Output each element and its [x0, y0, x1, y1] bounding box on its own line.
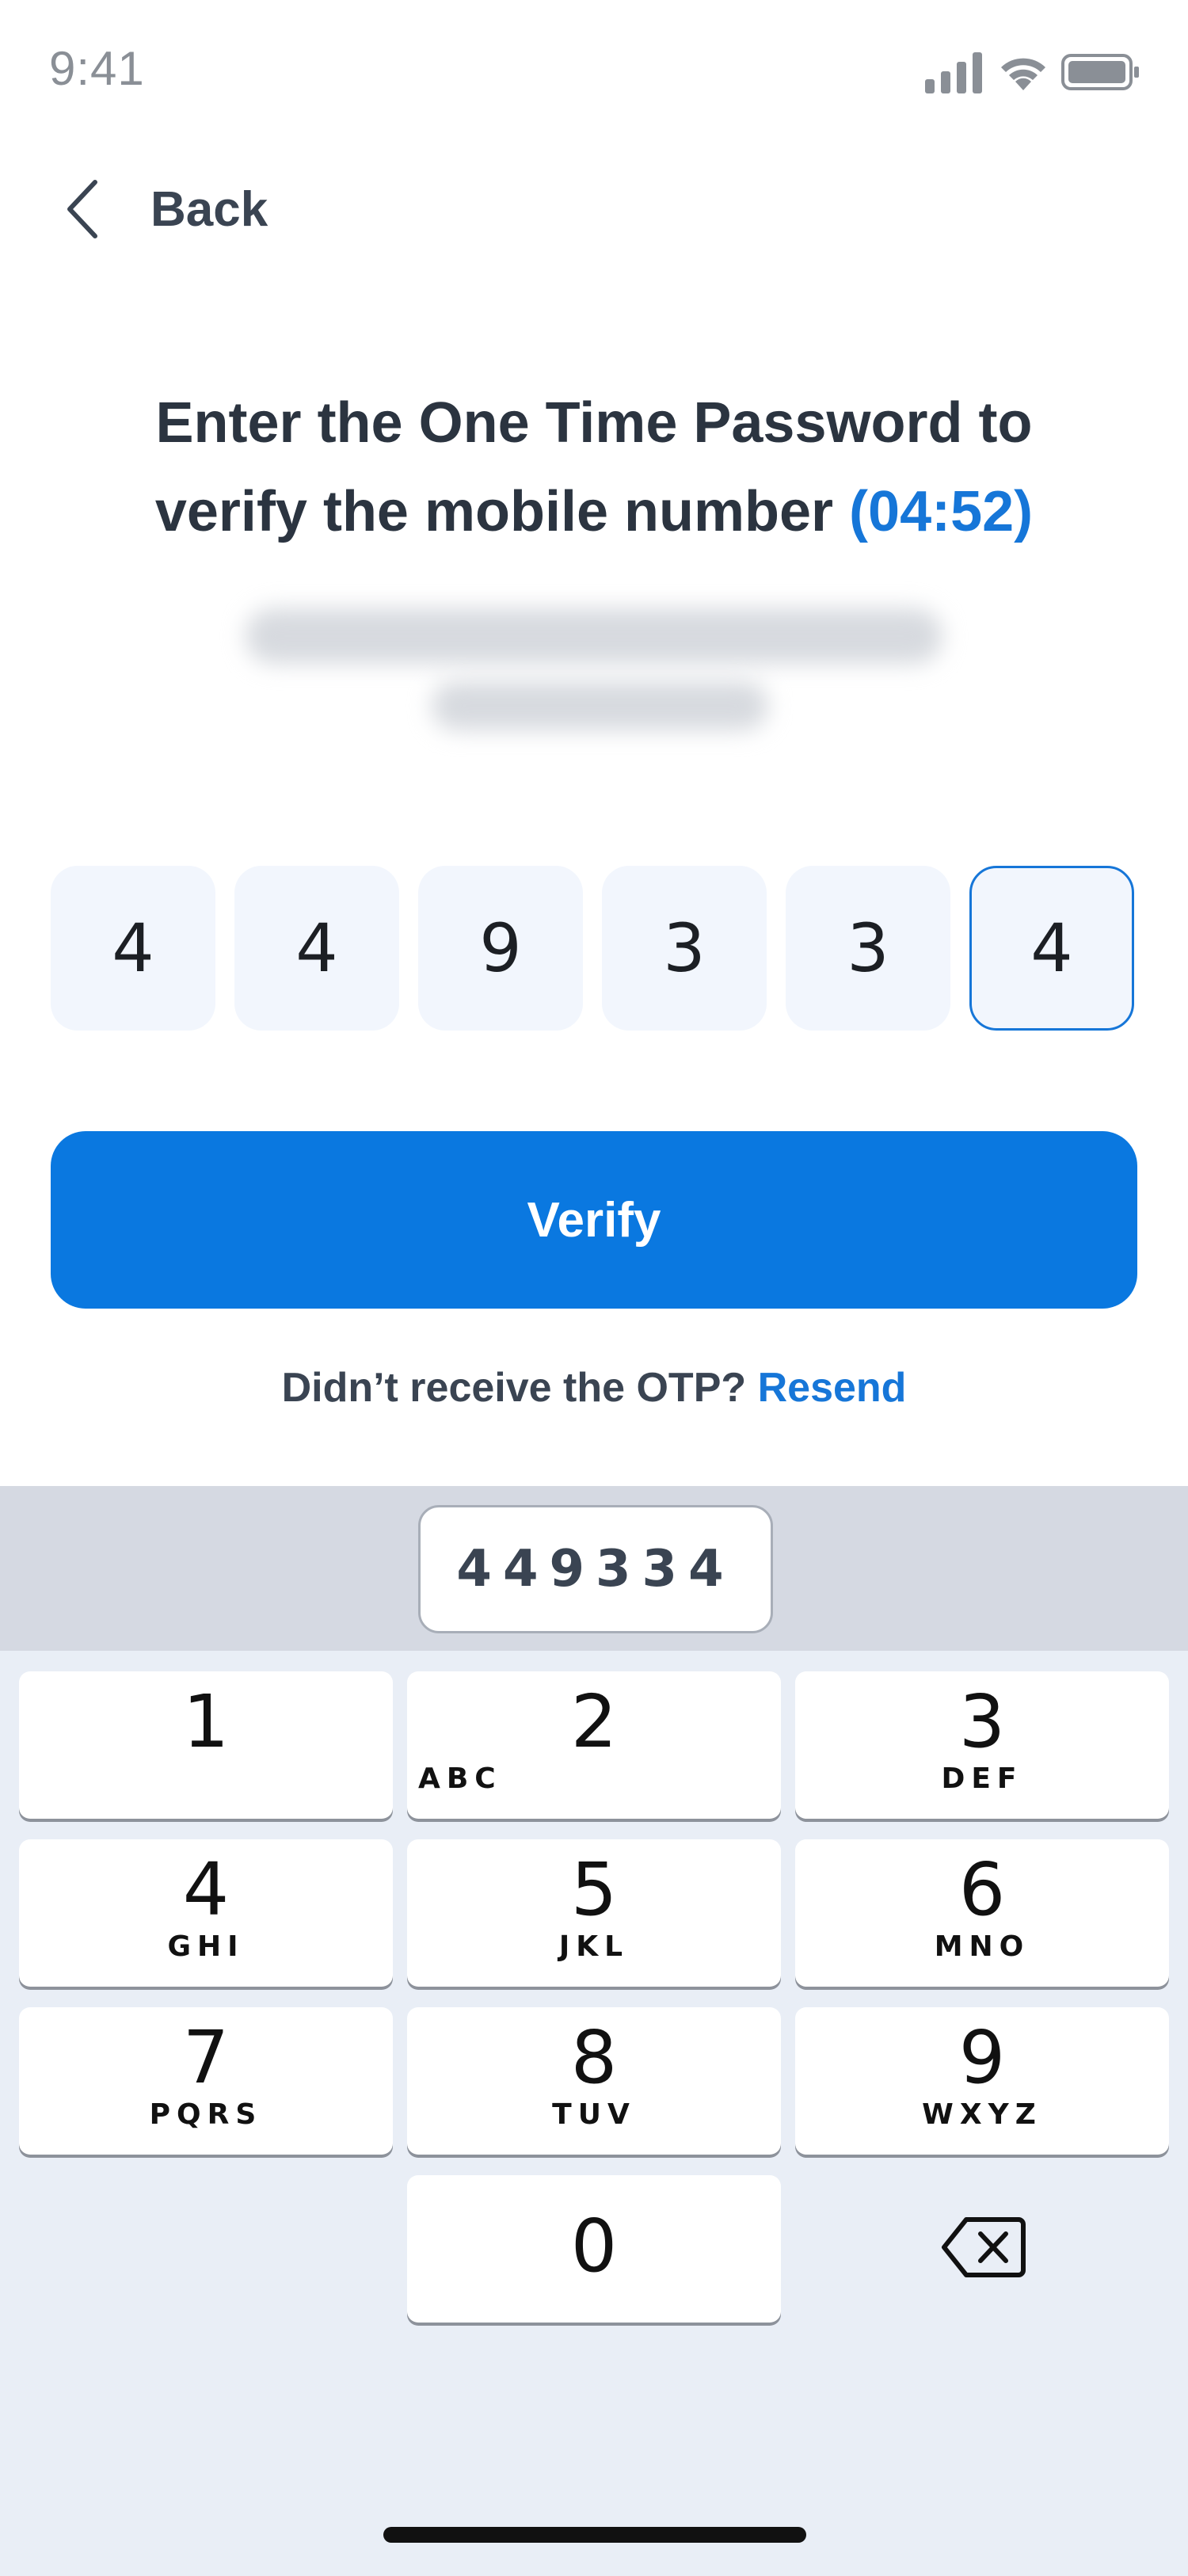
key-7-letters: PQRS	[149, 2098, 263, 2131]
otp-verification-screen: 9:41 Back Enter the One Time Password to…	[0, 0, 1188, 2576]
otp-digit-1[interactable]: 4	[51, 866, 215, 1031]
title-line-1: Enter the One Time Password to	[155, 391, 1033, 455]
key-2-digit: 2	[570, 1679, 618, 1764]
battery-icon	[1061, 54, 1139, 90]
back-button[interactable]: Back	[63, 170, 301, 249]
key-5[interactable]: 5 JKL	[407, 1839, 781, 1987]
resend-row: Didn’t receive the OTP? Resend	[0, 1364, 1188, 1412]
countdown-timer: (04:52)	[849, 480, 1034, 543]
backspace-icon[interactable]	[941, 2215, 1026, 2280]
key-4-digit: 4	[182, 1847, 230, 1932]
key-6-digit: 6	[958, 1847, 1006, 1932]
key-4[interactable]: 4 GHI	[19, 1839, 393, 1987]
key-9[interactable]: 9 WXYZ	[795, 2007, 1169, 2155]
title-line-2-text: verify the mobile number	[154, 480, 834, 543]
keyboard-suggestion-bar: 449334	[0, 1486, 1188, 1651]
title-line-2: verify the mobile number (04:52)	[79, 467, 1109, 556]
page-title: Enter the One Time Password to verify th…	[79, 379, 1109, 556]
key-2-letters: ABC	[418, 1762, 502, 1795]
verify-button[interactable]: Verify	[51, 1131, 1137, 1309]
key-9-digit: 9	[958, 2015, 1006, 2100]
status-bar: 9:41	[0, 0, 1188, 135]
key-9-letters: WXYZ	[922, 2098, 1042, 2131]
key-0-digit: 0	[570, 2204, 618, 2288]
key-5-letters: JKL	[558, 1930, 630, 1963]
otp-digit-6[interactable]: 4	[969, 866, 1134, 1031]
key-6[interactable]: 6 MNO	[795, 1839, 1169, 1987]
key-8-digit: 8	[570, 2015, 618, 2100]
resend-prompt: Didn’t receive the OTP?	[281, 1365, 747, 1411]
otp-autofill-suggestion[interactable]: 449334	[418, 1505, 773, 1633]
key-7[interactable]: 7 PQRS	[19, 2007, 393, 2155]
otp-digit-2[interactable]: 4	[234, 866, 399, 1031]
redacted-subtitle-line-2	[432, 681, 768, 730]
key-3-digit: 3	[958, 1679, 1006, 1764]
status-time: 9:41	[49, 42, 145, 95]
otp-digit-4[interactable]: 3	[602, 866, 767, 1031]
otp-digit-5[interactable]: 3	[786, 866, 950, 1031]
key-7-digit: 7	[182, 2015, 230, 2100]
key-1-digit: 1	[182, 1679, 230, 1764]
wifi-icon	[1001, 58, 1045, 90]
key-4-letters: GHI	[167, 1930, 245, 1963]
back-label: Back	[150, 181, 268, 237]
chevron-left-icon	[67, 180, 97, 238]
resend-link[interactable]: Resend	[758, 1365, 907, 1411]
key-5-digit: 5	[570, 1847, 618, 1932]
key-1[interactable]: 1	[19, 1671, 393, 1819]
key-8-letters: TUV	[552, 2098, 636, 2131]
home-indicator	[383, 2527, 806, 2543]
otp-input-group: 4 4 9 3 3 4	[51, 866, 1136, 1031]
key-8[interactable]: 8 TUV	[407, 2007, 781, 2155]
key-3-letters: DEF	[941, 1762, 1023, 1795]
key-6-letters: MNO	[934, 1930, 1030, 1963]
key-3[interactable]: 3 DEF	[795, 1671, 1169, 1819]
otp-digit-3[interactable]: 9	[418, 866, 583, 1031]
key-2[interactable]: 2 ABC	[407, 1671, 781, 1819]
cellular-signal-icon	[925, 52, 982, 93]
key-0[interactable]: 0	[407, 2175, 781, 2323]
redacted-subtitle-line-1	[246, 608, 942, 664]
